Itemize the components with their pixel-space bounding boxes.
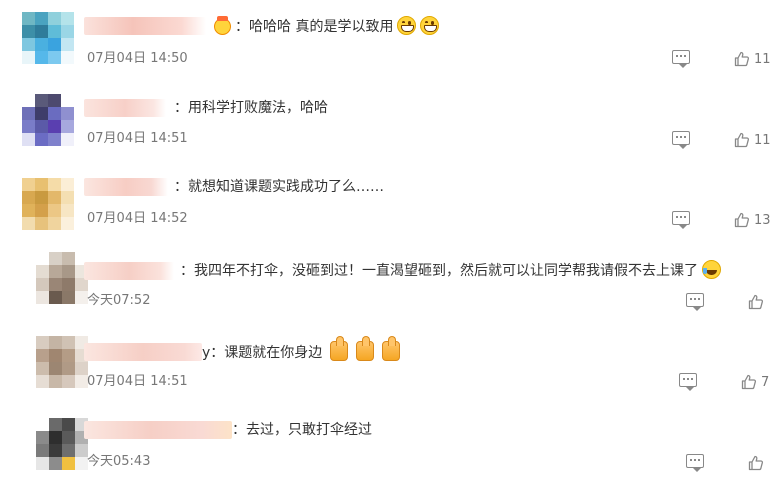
thumbs-up-icon [748,455,764,471]
avatar[interactable] [36,252,88,304]
thumbs-up-emoji-icon [330,336,349,361]
comment-text: ：去过，只敢打伞经过 [232,422,372,438]
reply-comment-icon[interactable] [672,211,690,229]
thumbs-up-icon [748,294,764,310]
comment-item: y：课题就在你身边 07月04日 14:51 7 [0,320,782,400]
timestamp: 今天05:43 [87,454,151,469]
timestamp: 07月04日 14:50 [87,51,188,66]
like-button[interactable] [748,453,768,473]
grin-emoji-icon [420,16,440,35]
like-count: 11 [754,51,771,67]
nickname[interactable] [84,262,174,280]
comment-item: ：我四年不打伞，没砸到过！一直渴望砸到，然后就可以让同学帮我请假不去上课了 今天… [0,240,782,320]
comment-item: ：用科学打败魔法，哈哈 07月04日 14:51 11 [0,80,782,160]
thumbs-up-icon [734,132,750,148]
comment-content: ：我四年不打伞，没砸到过！一直渴望砸到，然后就可以让同学帮我请假不去上课了 [180,260,721,281]
comment-text: y：课题就在你身边 [202,345,323,361]
thumbs-up-emoji-icon [382,336,401,361]
like-button[interactable] [748,292,768,312]
comment-text: ：用科学打败魔法，哈哈 [174,100,328,116]
comment-item: ：就想知道课题实践成功了么…… 07月04日 14:52 13 [0,160,782,240]
comment-content: ：哈哈哈 真的是学以致用 [214,16,440,37]
thumbs-up-emoji-icon [356,336,375,361]
comment-item: ：哈哈哈 真的是学以致用 07月04日 14:50 11 [0,0,782,80]
grin-emoji-icon [397,16,417,35]
laugh-cry-emoji-icon [702,260,721,279]
like-count: 7 [761,374,770,390]
reply-comment-icon[interactable] [686,454,704,472]
avatar[interactable] [36,418,88,470]
timestamp: 07月04日 14:52 [87,211,188,226]
nickname[interactable] [84,99,166,117]
comment-text: ：哈哈哈 真的是学以致用 [235,19,394,35]
like-button[interactable]: 7 [741,372,769,392]
crown-emoji-icon [214,16,231,35]
reply-comment-icon[interactable] [679,373,697,391]
avatar[interactable] [22,12,74,64]
comment-text: ：我四年不打伞，没砸到过！一直渴望砸到，然后就可以让同学帮我请假不去上课了 [180,263,698,279]
nickname[interactable] [84,178,168,196]
like-count: 13 [754,212,771,228]
like-count: 11 [754,132,771,148]
comment-content: ：去过，只敢打伞经过 [232,420,372,440]
like-button[interactable]: 11 [734,49,771,69]
timestamp: 07月04日 14:51 [87,131,188,146]
comment-text: ：就想知道课题实践成功了么…… [174,179,384,195]
thumbs-up-icon [734,212,750,228]
nickname[interactable] [84,421,232,439]
comment-list: ：哈哈哈 真的是学以致用 07月04日 14:50 11 ：用科学打败魔法，哈哈… [0,0,782,482]
like-button[interactable]: 11 [734,130,771,150]
nickname[interactable] [84,17,206,35]
comment-content: ：就想知道课题实践成功了么…… [174,177,384,197]
avatar[interactable] [22,178,74,230]
thumbs-up-icon [734,51,750,67]
avatar[interactable] [36,336,88,388]
reply-comment-icon[interactable] [672,50,690,68]
thumbs-up-icon [741,374,757,390]
timestamp: 今天07:52 [87,293,151,308]
nickname[interactable] [84,343,202,361]
comment-item: ：去过，只敢打伞经过 今天05:43 [0,400,782,480]
reply-comment-icon[interactable] [672,131,690,149]
comment-content: ：用科学打败魔法，哈哈 [174,98,328,118]
avatar[interactable] [22,94,74,146]
reply-comment-icon[interactable] [686,293,704,311]
comment-content: y：课题就在你身边 [202,336,401,363]
like-button[interactable]: 13 [734,210,771,230]
timestamp: 07月04日 14:51 [87,374,188,389]
